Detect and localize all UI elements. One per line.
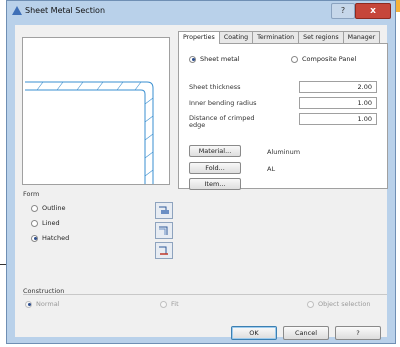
construction-option-label: Fit <box>171 300 179 308</box>
construction-option-fit[interactable]: Fit <box>160 300 179 308</box>
window-title: Sheet Metal Section <box>25 6 106 15</box>
app-icon <box>12 6 22 15</box>
tab-manager[interactable]: Manager <box>342 31 381 43</box>
form-option-hatched[interactable]: Hatched <box>31 234 69 242</box>
lined-profile-icon <box>159 226 168 235</box>
distance-crimped-edge-field[interactable]: 1.00 <box>299 113 377 125</box>
tab-termination[interactable]: Termination <box>252 31 300 43</box>
material-value: Aluminum <box>267 148 301 156</box>
inner-bending-radius-label: Inner bending radius <box>189 99 257 107</box>
close-button[interactable]: x <box>355 3 391 19</box>
outline-profile-icon <box>159 206 169 214</box>
hatched-style-button[interactable] <box>155 242 173 259</box>
form-option-lined[interactable]: Lined <box>31 219 60 227</box>
outline-style-button[interactable] <box>155 202 173 219</box>
tab-coating[interactable]: Coating <box>218 31 254 43</box>
radio-lined[interactable] <box>31 219 38 227</box>
material-button[interactable]: Material... <box>189 145 241 157</box>
form-option-label: Outline <box>42 204 66 212</box>
type-option-label: Sheet metal <box>200 55 240 63</box>
radio-fit[interactable] <box>160 300 167 308</box>
tab-properties[interactable]: Properties <box>178 31 220 44</box>
radio-object-selection[interactable] <box>307 300 314 308</box>
radio-hatched[interactable] <box>31 234 38 242</box>
form-option-outline[interactable]: Outline <box>31 204 66 212</box>
form-option-label: Hatched <box>42 234 70 242</box>
dialog-client: Form Outline Lined Hatched Properties Co… <box>15 25 388 340</box>
sheet-thickness-field[interactable]: 2.00 <box>299 81 377 93</box>
construction-divider <box>23 294 387 295</box>
distance-crimped-edge-label-line2: edge <box>189 121 206 129</box>
construction-option-normal[interactable]: Normal <box>25 300 60 308</box>
form-option-label: Lined <box>42 219 60 227</box>
inner-bending-radius-field[interactable]: 1.00 <box>299 97 377 109</box>
radio-composite-panel[interactable] <box>291 55 298 63</box>
hatched-profile-small-icon <box>159 246 168 255</box>
help-title-button[interactable]: ? <box>331 3 355 19</box>
cancel-button[interactable]: Cancel <box>283 326 329 340</box>
dialog-window: Sheet Metal Section ? x Form Outline Lin… <box>6 0 396 344</box>
ok-button[interactable]: OK <box>231 326 277 340</box>
help-button[interactable]: ? <box>335 326 381 340</box>
construction-option-label: Normal <box>36 300 60 308</box>
radio-sheet-metal[interactable] <box>189 55 196 63</box>
section-preview <box>22 37 170 185</box>
radio-outline[interactable] <box>31 204 38 212</box>
item-button[interactable]: Item... <box>189 178 241 190</box>
construction-option-object-selection[interactable]: Object selection <box>307 300 370 308</box>
type-option-label: Composite Panel <box>302 55 357 63</box>
type-option-sheet-metal[interactable]: Sheet metal <box>189 55 240 63</box>
fold-button[interactable]: Fold... <box>189 162 241 174</box>
construction-option-label: Object selection <box>318 300 371 308</box>
hatched-profile-icon <box>25 81 154 184</box>
tab-set-regions[interactable]: Set regions <box>298 31 344 43</box>
form-group-label: Form <box>23 190 40 198</box>
fold-value: AL <box>267 165 276 173</box>
type-option-composite-panel[interactable]: Composite Panel <box>291 55 356 63</box>
lined-style-button[interactable] <box>155 222 173 239</box>
properties-panel: Sheet metal Composite Panel Sheet thickn… <box>178 43 388 190</box>
sheet-thickness-label: Sheet thickness <box>189 83 241 91</box>
title-bar[interactable]: Sheet Metal Section ? x <box>7 1 395 21</box>
radio-normal[interactable] <box>25 300 32 308</box>
